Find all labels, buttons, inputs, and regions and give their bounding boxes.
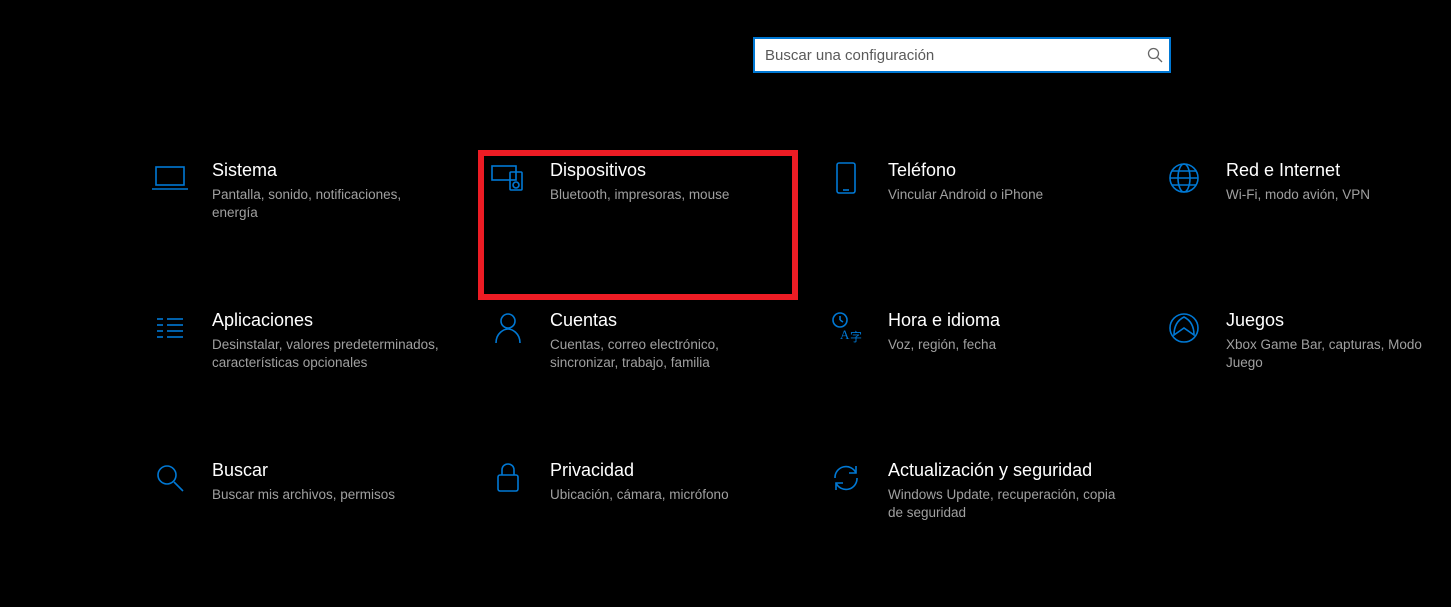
tile-subtitle: Voz, región, fecha — [888, 336, 1120, 354]
time-language-icon: A 字 — [822, 310, 870, 346]
svg-text:A: A — [840, 327, 850, 342]
tile-subtitle: Cuentas, correo electrónico, sincronizar… — [550, 336, 782, 372]
gaming-icon — [1160, 310, 1208, 346]
apps-icon — [146, 310, 194, 346]
search-category-icon — [146, 460, 194, 496]
search-box[interactable] — [753, 37, 1171, 73]
tile-title: Dispositivos — [550, 160, 782, 182]
tile-title: Teléfono — [888, 160, 1120, 182]
tile-subtitle: Pantalla, sonido, notificaciones, energí… — [212, 186, 444, 222]
tile-title: Privacidad — [550, 460, 782, 482]
tile-title: Aplicaciones — [212, 310, 444, 332]
tile-time[interactable]: A 字 Hora e idioma Voz, región, fecha — [816, 300, 1136, 450]
tile-subtitle: Windows Update, recuperación, copia de s… — [888, 486, 1120, 522]
tile-subtitle: Wi-Fi, modo avión, VPN — [1226, 186, 1451, 204]
tile-subtitle: Desinstalar, valores predeterminados, ca… — [212, 336, 444, 372]
search-input[interactable] — [753, 37, 1171, 73]
settings-grid: Sistema Pantalla, sonido, notificaciones… — [140, 150, 1451, 570]
tile-title: Sistema — [212, 160, 444, 182]
tile-update[interactable]: Actualización y seguridad Windows Update… — [816, 450, 1136, 570]
tile-apps[interactable]: Aplicaciones Desinstalar, valores predet… — [140, 300, 460, 450]
devices-icon — [484, 160, 532, 196]
tile-phone[interactable]: Teléfono Vincular Android o iPhone — [816, 150, 1136, 300]
svg-text:字: 字 — [850, 329, 862, 344]
empty-cell — [1154, 450, 1451, 570]
tile-title: Juegos — [1226, 310, 1451, 332]
accounts-icon — [484, 310, 532, 346]
tile-subtitle: Vincular Android o iPhone — [888, 186, 1120, 204]
system-icon — [146, 160, 194, 196]
tile-privacy[interactable]: Privacidad Ubicación, cámara, micrófono — [478, 450, 798, 570]
tile-title: Hora e idioma — [888, 310, 1120, 332]
tile-network[interactable]: Red e Internet Wi-Fi, modo avión, VPN — [1154, 150, 1451, 300]
tile-subtitle: Bluetooth, impresoras, mouse — [550, 186, 782, 204]
network-icon — [1160, 160, 1208, 196]
tile-title: Buscar — [212, 460, 444, 482]
privacy-icon — [484, 460, 532, 496]
tile-accounts[interactable]: Cuentas Cuentas, correo electrónico, sin… — [478, 300, 798, 450]
tile-title: Cuentas — [550, 310, 782, 332]
tile-title: Red e Internet — [1226, 160, 1451, 182]
tile-search[interactable]: Buscar Buscar mis archivos, permisos — [140, 450, 460, 570]
tile-gaming[interactable]: Juegos Xbox Game Bar, capturas, Modo Jue… — [1154, 300, 1451, 450]
update-icon — [822, 460, 870, 496]
tile-devices[interactable]: Dispositivos Bluetooth, impresoras, mous… — [478, 150, 798, 300]
tile-subtitle: Xbox Game Bar, capturas, Modo Juego — [1226, 336, 1451, 372]
tile-subtitle: Ubicación, cámara, micrófono — [550, 486, 782, 504]
phone-icon — [822, 160, 870, 196]
tile-subtitle: Buscar mis archivos, permisos — [212, 486, 444, 504]
tile-system[interactable]: Sistema Pantalla, sonido, notificaciones… — [140, 150, 460, 300]
tile-title: Actualización y seguridad — [888, 460, 1120, 482]
